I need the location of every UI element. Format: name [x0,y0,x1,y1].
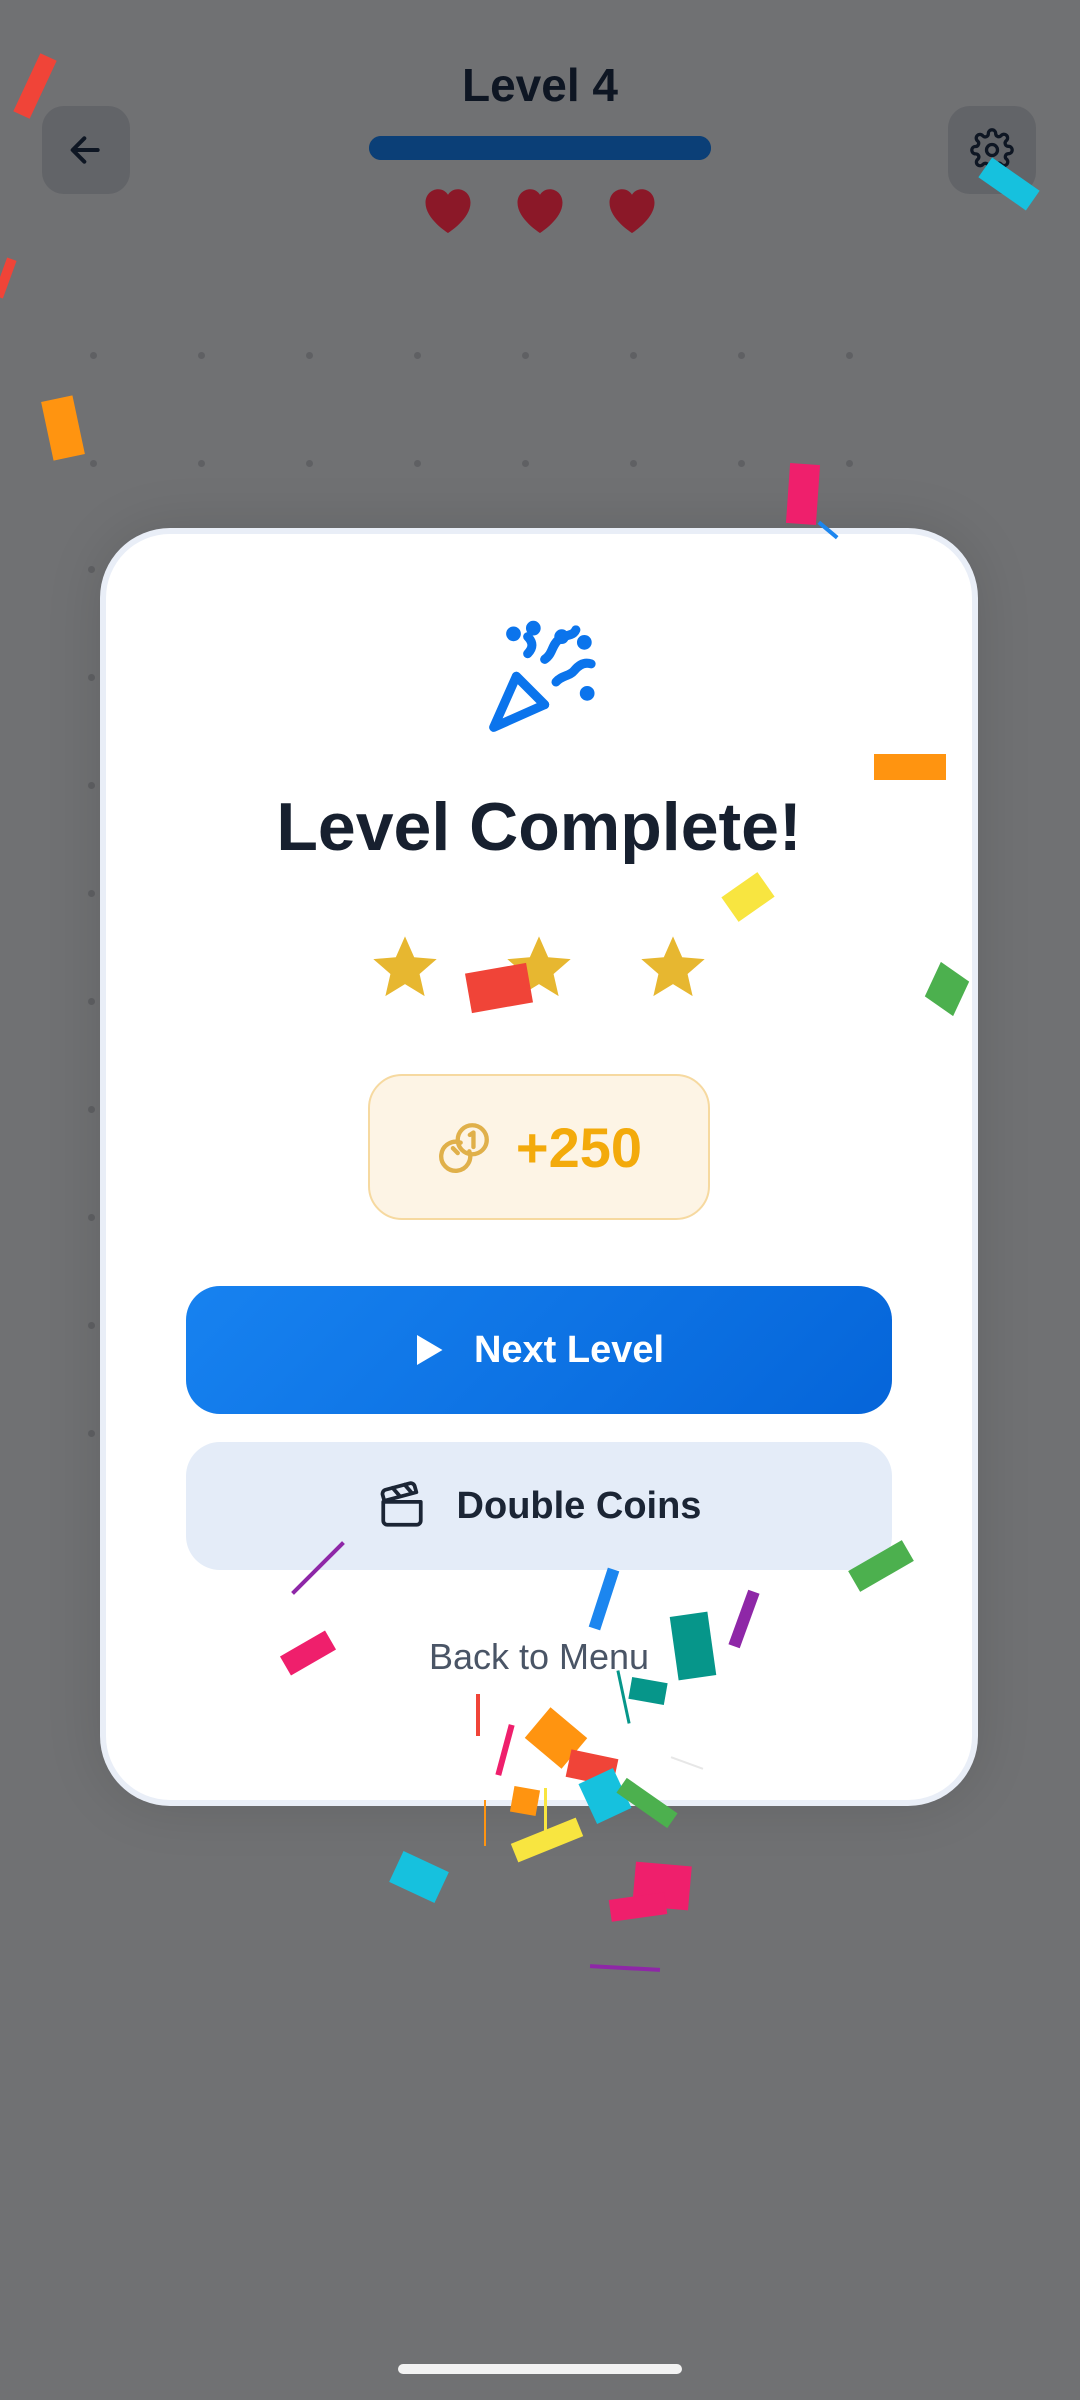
grid-dot [88,674,95,681]
grid-dot [846,460,853,467]
grid-dot [630,460,637,467]
clapperboard-icon [380,1481,423,1527]
grid-dot [88,566,95,573]
coin-reward-amount: +250 [515,1115,643,1179]
grid-dot [88,782,95,789]
star-icon [373,936,437,997]
game-header: Level 4 [0,0,1080,260]
coins-icon [438,1123,489,1173]
double-coins-label: Double Coins [456,1484,702,1527]
grid-dot [630,352,637,359]
coin-reward-badge: +250 [368,1074,710,1220]
grid-dot [88,890,95,897]
grid-dot [198,460,205,467]
grid-dot [198,352,205,359]
next-level-button[interactable]: Next Level [186,1286,892,1414]
back-to-menu-link[interactable]: Back to Menu [106,1636,972,1678]
star-icon [507,936,571,997]
level-complete-dialog: Level Complete! +250 Next Level Double C… [106,534,972,1800]
grid-dot [846,352,853,359]
grid-dot [88,998,95,1005]
heart-icon [602,180,662,236]
level-title: Level 4 [462,59,618,111]
grid-dot [306,460,313,467]
grid-dot [88,1106,95,1113]
heart-icon [418,180,478,236]
grid-dot [90,352,97,359]
grid-dot [738,460,745,467]
grid-dot [90,460,97,467]
heart-icon [510,180,570,236]
party-popper-icon [471,614,607,755]
grid-dot [88,1322,95,1329]
level-complete-title: Level Complete! [276,789,802,865]
next-level-label: Next Level [473,1328,665,1371]
lives-hearts [0,180,1080,236]
double-coins-button[interactable]: Double Coins [186,1442,892,1570]
grid-dot [522,352,529,359]
star-rating [366,930,712,1006]
star-icon [641,936,705,997]
level-progress-fill [369,136,711,160]
grid-dot [522,460,529,467]
level-progress-bar [369,136,711,160]
grid-dot [738,352,745,359]
settings-button[interactable] [948,106,1036,194]
grid-dot [414,460,421,467]
grid-dot [88,1214,95,1221]
grid-dot [306,352,313,359]
home-indicator[interactable] [398,2364,682,2374]
grid-dot [88,1430,95,1437]
play-icon [416,1335,443,1365]
arrow-left-icon [70,136,100,164]
grid-dot [414,352,421,359]
gear-icon [970,128,1014,172]
